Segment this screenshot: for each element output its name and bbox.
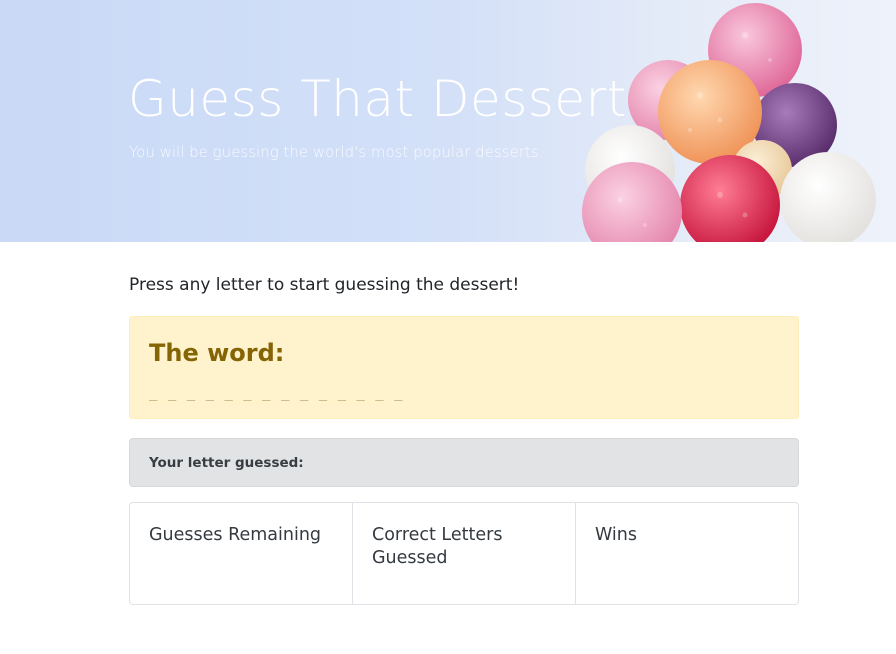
stat-guesses-remaining: Guesses Remaining bbox=[130, 503, 353, 604]
word-panel: The word: _ _ _ _ _ _ _ _ _ _ _ _ _ _ bbox=[129, 316, 799, 419]
stat-correct-letters: Correct Letters Guessed bbox=[353, 503, 576, 604]
guessed-letters-label: Your letter guessed: bbox=[149, 455, 304, 471]
hero-banner: Guess That Dessert! You will be guessing… bbox=[0, 0, 896, 242]
ice-cream-image bbox=[582, 3, 876, 242]
stat-title: Guesses Remaining bbox=[149, 525, 322, 545]
stats-table: Guesses Remaining Correct Letters Guesse… bbox=[129, 502, 799, 605]
stat-wins: Wins bbox=[576, 503, 798, 604]
instruction-text: Press any letter to start guessing the d… bbox=[129, 275, 520, 295]
word-heading: The word: bbox=[149, 339, 285, 367]
stat-title: Correct Letters Guessed bbox=[372, 525, 503, 568]
stat-title: Wins bbox=[595, 525, 637, 545]
word-blanks: _ _ _ _ _ _ _ _ _ _ _ _ _ _ bbox=[149, 385, 404, 401]
page-subtitle: You will be guessing the world's most po… bbox=[129, 143, 544, 161]
guessed-letters-panel: Your letter guessed: bbox=[129, 438, 799, 487]
